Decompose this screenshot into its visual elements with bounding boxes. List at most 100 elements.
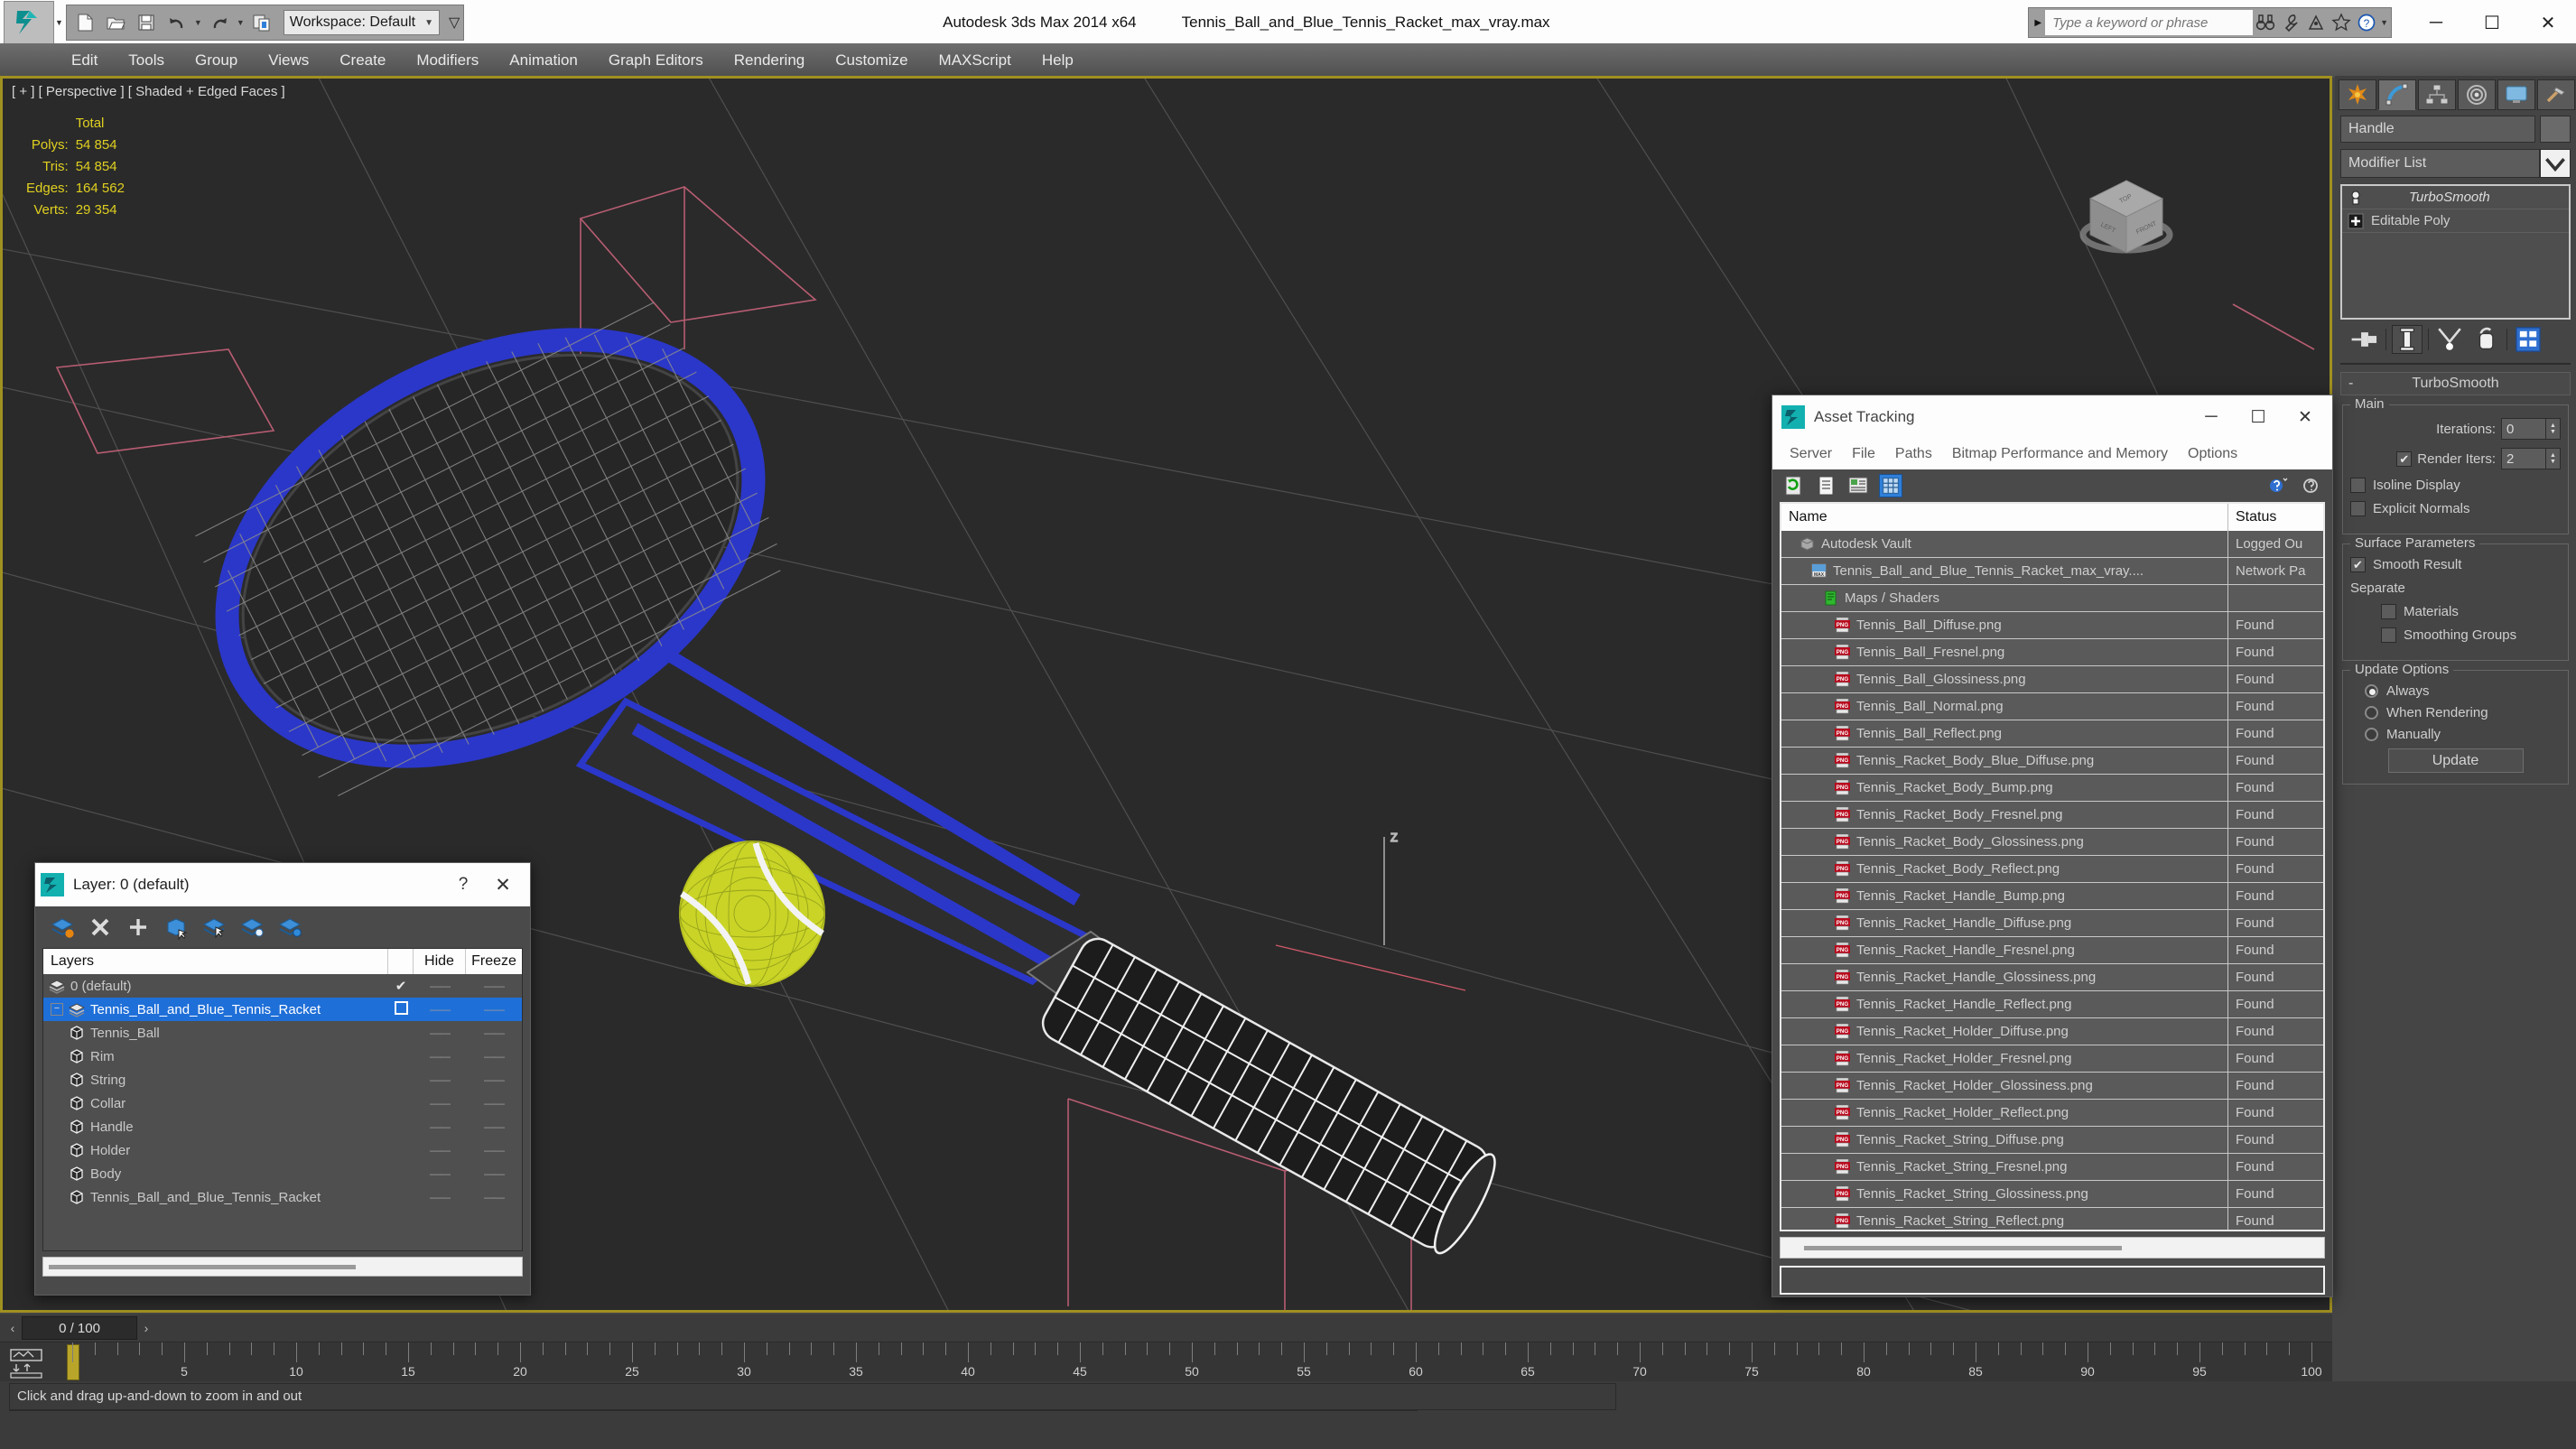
asset-menu-paths[interactable]: Paths	[1885, 439, 1942, 469]
layer-hide-toggle[interactable]: ——	[414, 1003, 466, 1016]
layer-row[interactable]: − Tennis_Ball_and_Blue_Tennis_Racket —— ——	[43, 998, 522, 1021]
layer-hide-toggle[interactable]: ——	[414, 1097, 466, 1110]
menu-item-create[interactable]: Create	[324, 43, 401, 78]
turbosmooth-rollout-header[interactable]: - TurboSmooth	[2340, 372, 2571, 395]
render-iters-input[interactable]	[2501, 448, 2546, 469]
layer-hide-toggle[interactable]: ——	[414, 1073, 466, 1086]
help-button[interactable]: ?	[445, 875, 481, 895]
help-icon[interactable]: ?	[2354, 10, 2379, 35]
asset-horizontal-scrollbar[interactable]	[1780, 1237, 2325, 1259]
asset-row[interactable]: PNG Tennis_Ball_Diffuse.png Found	[1781, 611, 2323, 639]
iterations-spinner-arrows[interactable]: ▲ ▼	[2546, 418, 2561, 440]
time-slider-handle[interactable]	[67, 1344, 79, 1380]
menu-item-animation[interactable]: Animation	[494, 43, 593, 78]
layer-list[interactable]: Layers Hide Freeze 0 (default) ✔ —— —— − Tenn…	[42, 948, 523, 1251]
layer-hide-toggle[interactable]: ——	[414, 980, 466, 992]
select-objects-in-layer-icon[interactable]	[163, 915, 189, 940]
menu-item-modifiers[interactable]: Modifiers	[401, 43, 494, 78]
asset-row[interactable]: PNG Tennis_Racket_Handle_Glossiness.png Fo…	[1781, 963, 2323, 991]
menu-item-rendering[interactable]: Rendering	[719, 43, 820, 78]
layer-row[interactable]: Tennis_Ball_and_Blue_Tennis_Racket —— ——	[43, 1185, 522, 1209]
asset-row[interactable]: PNG Tennis_Racket_Holder_Reflect.png Found	[1781, 1099, 2323, 1127]
modifier-list-dropdown[interactable]: Modifier List	[2340, 149, 2540, 178]
asset-row[interactable]: Autodesk Vault Logged Ou	[1781, 530, 2323, 558]
radio-manually[interactable]	[2365, 728, 2378, 741]
layer-row[interactable]: Collar —— ——	[43, 1091, 522, 1115]
workspace-menu-arrow[interactable]: ▽	[449, 14, 460, 32]
show-end-result-icon[interactable]	[2392, 325, 2423, 354]
add-to-layer-icon[interactable]	[126, 915, 151, 940]
timeline-ruler[interactable]: 5 10 15 20 25 30 35 40 45 50 55 60 65 70 75 80 85 90 95 100	[0, 1342, 2332, 1381]
layer-active-toggle[interactable]: ✔	[388, 978, 414, 994]
smoothing-groups-checkbox[interactable]	[2381, 627, 2396, 643]
asset-menu-file[interactable]: File	[1842, 439, 1885, 469]
maximize-button[interactable]: ☐	[2235, 397, 2282, 437]
motion-tab[interactable]	[2458, 79, 2496, 110]
utilities-tab[interactable]	[2537, 79, 2575, 110]
render-iters-spinner-arrows[interactable]: ▲ ▼	[2546, 448, 2561, 469]
menu-item-views[interactable]: Views	[253, 43, 324, 78]
highlight-selected-objects-layer-icon[interactable]	[239, 915, 265, 940]
object-color-swatch[interactable]	[2540, 116, 2571, 143]
asset-menu-bitmap-performance-and-memory[interactable]: Bitmap Performance and Memory	[1942, 439, 2178, 469]
update-option-row[interactable]: When Rendering	[2350, 705, 2561, 720]
layer-hide-toggle[interactable]: ——	[414, 1050, 466, 1063]
layer-hide-toggle[interactable]: ——	[414, 1167, 466, 1180]
object-name-field[interactable]: Handle	[2340, 116, 2535, 143]
satellite-icon[interactable]	[2303, 10, 2329, 35]
undo-dropdown-caret[interactable]: ▼	[194, 18, 202, 27]
save-file-icon[interactable]	[132, 8, 161, 37]
close-button[interactable]: ✕	[2520, 1, 2576, 44]
logo-dropdown-caret[interactable]: ▼	[55, 18, 63, 27]
layer-hide-toggle[interactable]: ——	[414, 1144, 466, 1156]
modifier-stack-item[interactable]: TurboSmooth	[2342, 186, 2569, 209]
asset-row[interactable]: PNG Tennis_Racket_Holder_Glossiness.png Fo…	[1781, 1072, 2323, 1100]
layer-freeze-toggle[interactable]: ——	[466, 1167, 522, 1180]
plus-box-icon[interactable]	[2348, 213, 2364, 229]
asset-row[interactable]: PNG Tennis_Racket_String_Glossiness.png Fo…	[1781, 1180, 2323, 1208]
menu-item-edit[interactable]: Edit	[56, 43, 113, 78]
asset-row[interactable]: PNG Tennis_Racket_Handle_Bump.png Found	[1781, 882, 2323, 910]
iterations-spinner[interactable]: ▲▼	[2501, 418, 2561, 440]
search-input[interactable]	[2045, 10, 2254, 35]
asset-row[interactable]: PNG Tennis_Ball_Fresnel.png Found	[1781, 638, 2323, 666]
chevron-down-icon[interactable]	[2540, 149, 2571, 178]
asset-row[interactable]: PNG Tennis_Ball_Glossiness.png Found	[1781, 665, 2323, 693]
layer-freeze-toggle[interactable]: ——	[466, 1144, 522, 1156]
frame-display-field[interactable]: 0 / 100	[22, 1316, 137, 1340]
max-app-logo[interactable]	[4, 1, 54, 44]
close-button[interactable]: ✕	[2282, 397, 2329, 437]
wrench-icon[interactable]	[2278, 10, 2303, 35]
maximize-button[interactable]: ☐	[2464, 1, 2520, 44]
render-iters-spinner[interactable]: ▲▼	[2501, 448, 2561, 469]
lightbulb-icon[interactable]	[2348, 190, 2364, 206]
redo-dropdown-caret[interactable]: ▼	[237, 18, 245, 27]
asset-list[interactable]: Name Status Autodesk Vault Logged Ou MAX Te…	[1780, 502, 2325, 1231]
asset-row[interactable]: PNG Tennis_Racket_Body_Blue_Diffuse.png Fo…	[1781, 747, 2323, 775]
asset-row[interactable]: PNG Tennis_Racket_Body_Reflect.png Found	[1781, 855, 2323, 883]
layer-row[interactable]: Rim —— ——	[43, 1045, 522, 1068]
update-option-row[interactable]: Always	[2350, 683, 2561, 699]
layer-freeze-toggle[interactable]: ——	[466, 1073, 522, 1086]
layer-freeze-toggle[interactable]: ——	[466, 1003, 522, 1016]
asset-row[interactable]: PNG Tennis_Racket_Body_Bump.png Found	[1781, 774, 2323, 802]
update-button[interactable]: Update	[2387, 748, 2524, 773]
layer-freeze-toggle[interactable]: ——	[466, 1097, 522, 1110]
layer-hide-toggle[interactable]: ——	[414, 1191, 466, 1203]
asset-row[interactable]: PNG Tennis_Racket_String_Fresnel.png Found	[1781, 1153, 2323, 1181]
asset-row[interactable]: MAX Tennis_Ball_and_Blue_Tennis_Racket_ma…	[1781, 557, 2323, 585]
radio-when-rendering[interactable]	[2365, 706, 2378, 720]
layer-freeze-toggle[interactable]: ——	[466, 1050, 522, 1063]
menu-item-graph-editors[interactable]: Graph Editors	[593, 43, 719, 78]
asset-row[interactable]: Maps / Shaders	[1781, 584, 2323, 612]
minimize-button[interactable]: ─	[2188, 397, 2235, 437]
select-highlighted-layer-icon[interactable]	[201, 915, 227, 940]
asset-row[interactable]: PNG Tennis_Racket_String_Diffuse.png Found	[1781, 1126, 2323, 1154]
layer-freeze-toggle[interactable]: ——	[466, 1191, 522, 1203]
binoculars-icon[interactable]	[2253, 10, 2278, 35]
asset-row[interactable]: PNG Tennis_Racket_Handle_Diffuse.png Found	[1781, 909, 2323, 937]
isoline-display-checkbox[interactable]	[2350, 478, 2366, 493]
asset-row[interactable]: PNG Tennis_Racket_String_Reflect.png Found	[1781, 1207, 2323, 1230]
layer-row[interactable]: Handle —— ——	[43, 1115, 522, 1138]
menu-item-group[interactable]: Group	[180, 43, 253, 78]
